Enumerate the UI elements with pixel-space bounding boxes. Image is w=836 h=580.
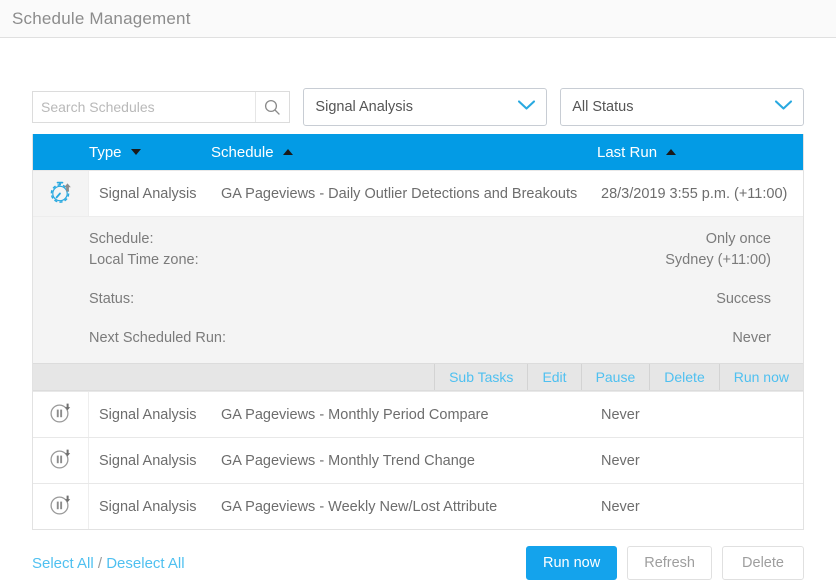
row-last-run: 28/3/2019 3:55 p.m. (+11:00) [597,171,803,216]
window-title-bar: Schedule Management [0,0,836,38]
status-badge: Success [716,289,771,310]
detail-next-run-label: Next Scheduled Run: [89,328,226,349]
sub-tasks-action[interactable]: Sub Tasks [434,364,527,390]
deselect-all-link[interactable]: Deselect All [106,555,184,572]
column-header-schedule-label: Schedule [211,144,274,161]
row-schedule: GA Pageviews - Monthly Period Compare [211,392,597,437]
type-filter-value: Signal Analysis [315,99,413,115]
schedule-detail-panel: Schedule: Only once Local Time zone: Syd… [33,216,803,363]
page-body: Signal Analysis All Status Type [0,38,836,576]
pause-download-icon [48,446,74,476]
detail-timezone-label: Local Time zone: [89,250,199,271]
table-header-row: Type Schedule Last Run [33,134,803,170]
page-title: Schedule Management [12,9,191,29]
row-schedule: GA Pageviews - Monthly Trend Change [211,438,597,483]
detail-status-row: Status: Success [89,289,771,310]
column-header-schedule[interactable]: Schedule [211,144,597,161]
table-row[interactable]: Signal Analysis GA Pageviews - Monthly T… [33,437,803,483]
detail-next-run-row: Next Scheduled Run: Never [89,328,771,349]
row-action-bar: Sub Tasks Edit Pause Delete Run now [33,363,803,391]
type-filter-select[interactable]: Signal Analysis [303,88,547,126]
row-last-run: Never [597,484,803,529]
edit-action[interactable]: Edit [527,364,580,390]
row-last-run: Never [597,392,803,437]
sort-asc-icon [283,149,293,155]
chevron-down-icon [774,99,793,115]
table-row[interactable]: Signal Analysis GA Pageviews - Daily Out… [33,170,803,216]
link-separator: / [94,555,107,572]
footer-buttons: Run now Refresh Delete [526,546,804,580]
detail-timezone-value: Sydney (+11:00) [665,250,771,271]
run-now-button[interactable]: Run now [526,546,617,580]
detail-status-label: Status: [89,289,134,310]
delete-button[interactable]: Delete [722,546,804,580]
table-row[interactable]: Signal Analysis GA Pageviews - Weekly Ne… [33,483,803,529]
filter-toolbar: Signal Analysis All Status [0,38,836,126]
detail-next-run-value: Never [732,328,771,349]
column-header-type[interactable]: Type [89,144,211,161]
status-filter-select[interactable]: All Status [560,88,804,126]
column-header-last-run[interactable]: Last Run [597,144,803,161]
sort-desc-icon [131,149,141,155]
select-all-link[interactable]: Select All [32,555,94,572]
row-type-icon-cell[interactable] [33,171,89,216]
column-header-type-label: Type [89,144,122,161]
detail-schedule-label: Schedule: [89,229,154,250]
row-type: Signal Analysis [89,171,211,216]
footer-bar: Select All / Deselect All Run now Refres… [32,546,804,580]
row-type-icon-cell[interactable] [33,484,89,529]
clock-upload-icon [48,179,74,209]
status-filter-value: All Status [572,99,633,115]
search-icon [264,99,281,116]
pause-download-icon [48,492,74,522]
row-schedule: GA Pageviews - Weekly New/Lost Attribute [211,484,597,529]
refresh-button[interactable]: Refresh [627,546,712,580]
pause-action[interactable]: Pause [581,364,650,390]
row-type: Signal Analysis [89,484,211,529]
chevron-down-icon [517,99,536,115]
detail-schedule-value: Only once [706,229,771,250]
search-input[interactable] [33,92,255,122]
column-header-last-run-label: Last Run [597,144,657,161]
search-button[interactable] [255,92,289,122]
search-schedules-field[interactable] [32,91,290,123]
run-now-action[interactable]: Run now [719,364,803,390]
table-row[interactable]: Signal Analysis GA Pageviews - Monthly P… [33,391,803,437]
schedules-table: Type Schedule Last Run [32,134,804,530]
delete-action[interactable]: Delete [649,364,718,390]
sort-asc-icon [666,149,676,155]
row-last-run: Never [597,438,803,483]
detail-schedule-row: Schedule: Only once [89,229,771,250]
detail-timezone-row: Local Time zone: Sydney (+11:00) [89,250,771,271]
row-schedule: GA Pageviews - Daily Outlier Detections … [211,171,597,216]
pause-download-icon [48,400,74,430]
row-type: Signal Analysis [89,438,211,483]
row-type-icon-cell[interactable] [33,438,89,483]
row-type: Signal Analysis [89,392,211,437]
selection-links: Select All / Deselect All [32,555,185,572]
row-type-icon-cell[interactable] [33,392,89,437]
